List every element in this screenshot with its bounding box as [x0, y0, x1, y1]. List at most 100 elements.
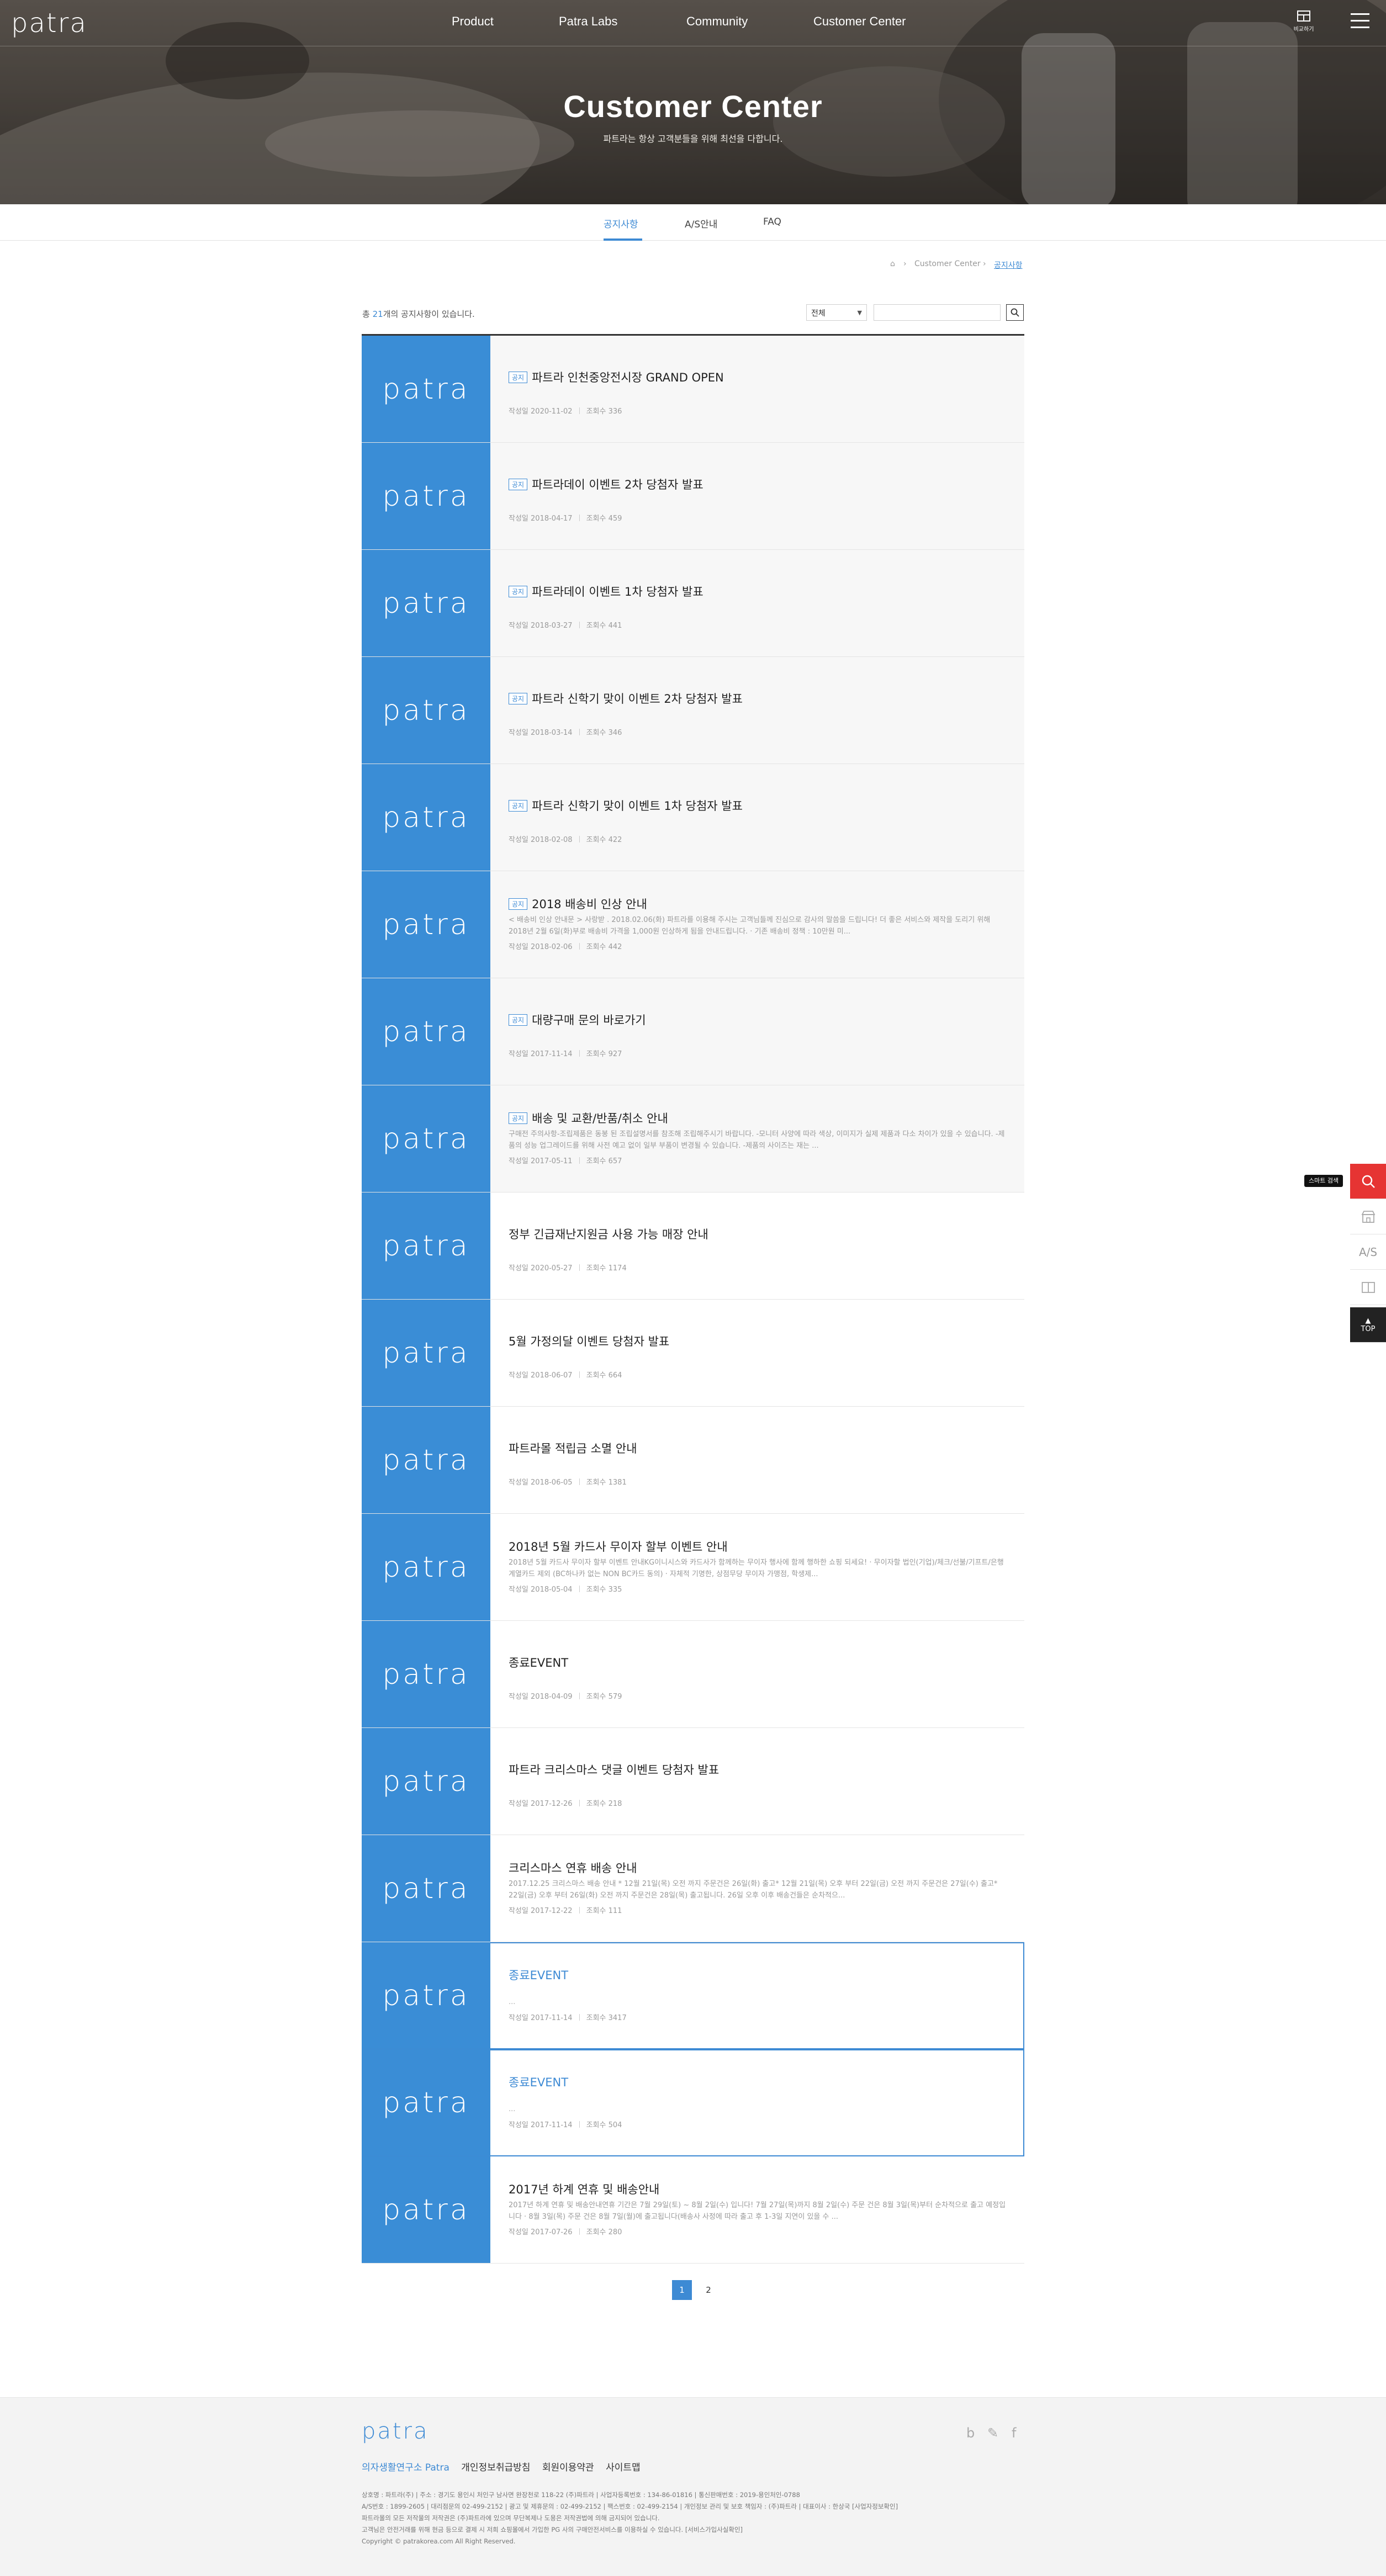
item-views: 504 [608, 2121, 622, 2129]
item-thumbnail[interactable]: patra [362, 1085, 490, 1192]
notice-badge: 공지 [509, 1112, 528, 1124]
list-item[interactable]: patra 공지 파트라데이 이벤트 1차 당첨자 발표 작성일 2018-03-27… [362, 550, 1024, 657]
page-1[interactable]: 1 [672, 2280, 692, 2300]
list-item[interactable]: patra 정부 긴급재난지원금 사용 가능 매장 안내 작성일 2020-05-2… [362, 1192, 1024, 1300]
item-title[interactable]: 공지 배송 및 교환/반품/취소 안내 [509, 1110, 668, 1126]
item-thumbnail[interactable]: patra [362, 1942, 490, 2049]
breadcrumb-notice[interactable]: 공지사항 [994, 259, 1023, 271]
quick-search-button[interactable] [1350, 1164, 1386, 1199]
item-title[interactable]: 2018년 5월 카드사 무이자 할부 이벤트 안내 [509, 1538, 728, 1555]
quick-store-button[interactable] [1350, 1199, 1386, 1234]
item-thumbnail[interactable]: patra [362, 764, 490, 871]
footer-link-terms[interactable]: 회원이용약관 [542, 2462, 594, 2473]
item-thumbnail[interactable]: patra [362, 1300, 490, 1406]
list-item[interactable]: patra 공지 파트라 신학기 맞이 이벤트 2차 당첨자 발표작성일 2018-… [362, 657, 1024, 764]
item-title[interactable]: 공지 파트라 신학기 맞이 이벤트 2차 당첨자 발표 [509, 690, 743, 707]
page-title: Customer Center [563, 89, 823, 124]
item-thumbnail[interactable]: patra [362, 1514, 490, 1620]
item-meta: 작성일 2017-11-14 조회수 504 [509, 2119, 622, 2129]
item-thumbnail[interactable]: patra [362, 336, 490, 442]
item-views: 1381 [608, 1478, 627, 1487]
item-title-text: 파트라 신학기 맞이 이벤트 2차 당첨자 발표 [532, 692, 743, 706]
list-item[interactable]: patra 공지 파트라 인천중앙전시장 GRAND OPEN 작성일 2020-11… [362, 336, 1024, 443]
item-date: 2018-04-09 [531, 1693, 573, 1701]
item-title[interactable]: 종료EVENT [509, 1654, 568, 1671]
breadcrumb-customer-center[interactable]: Customer Center [914, 259, 981, 268]
item-title[interactable]: 2017년 하계 연휴 및 배송안내 [509, 2181, 659, 2197]
blog-icon[interactable]: b [966, 2425, 975, 2441]
list-item[interactable]: patra 파트라몰 적립금 소멸 안내 작성일 2018-06-05 조회수 138… [362, 1407, 1024, 1514]
footer-link-sitemap[interactable]: 사이트맵 [606, 2462, 641, 2473]
item-title[interactable]: 공지 파트라 신학기 맞이 이벤트 1차 당첨자 발표 [509, 797, 743, 814]
quick-catalog-button[interactable] [1350, 1270, 1386, 1305]
item-title-text: 정부 긴급재난지원금 사용 가능 매장 안내 [509, 1228, 708, 1241]
list-item[interactable]: patra 종료EVENT... 작성일 2017-11-14 조회수 3417 [362, 1942, 1024, 2049]
quick-as-button[interactable]: A/S [1350, 1234, 1386, 1270]
list-item[interactable]: patra 종료EVENT 작성일 2018-04-09 조회수 579 [362, 1621, 1024, 1728]
item-title[interactable]: 공지 파트라데이 이벤트 1차 당첨자 발표 [509, 583, 703, 600]
item-thumbnail[interactable]: patra [362, 1835, 490, 1942]
date-label: 작성일 [509, 1907, 528, 1915]
tab-faq[interactable]: FAQ [763, 216, 781, 227]
compare-icon [1297, 10, 1310, 22]
item-meta: 작성일 2018-03-14 조회수 346 [509, 727, 622, 737]
page-2[interactable]: 2 [699, 2280, 718, 2300]
menu-hamburger-icon[interactable] [1351, 13, 1369, 29]
item-title[interactable]: 공지 대량구매 문의 바로가기 [509, 1011, 646, 1028]
item-title[interactable]: 크리스마스 연휴 배송 안내 [509, 1859, 637, 1876]
compare-button[interactable]: 비교하기 [1290, 10, 1318, 38]
item-title[interactable]: 공지 파트라 인천중앙전시장 GRAND OPEN [509, 369, 724, 385]
item-thumbnail[interactable]: patra [362, 657, 490, 764]
list-item[interactable]: patra 종료EVENT... 작성일 2017-11-14 조회수 504 [362, 2049, 1024, 2156]
list-item[interactable]: patra 공지 파트라데이 이벤트 2차 당첨자 발표 작성일 2018-04-17… [362, 443, 1024, 550]
item-title[interactable]: 파트라몰 적립금 소멸 안내 [509, 1440, 637, 1456]
nav-product[interactable]: Product [452, 14, 494, 29]
nav-community[interactable]: Community [686, 14, 748, 29]
item-thumbnail[interactable]: patra [362, 2156, 490, 2263]
item-thumbnail[interactable]: patra [362, 1728, 490, 1835]
item-thumbnail[interactable]: patra [362, 871, 490, 978]
item-thumbnail[interactable]: patra [362, 1407, 490, 1513]
list-item[interactable]: patra 공지 2018 배송비 인상 안내 < 배송비 인상 안내문 > 사랑받 … [362, 871, 1024, 978]
post-icon[interactable]: ✎ [987, 2425, 998, 2441]
list-item[interactable]: patra 2017년 하계 연휴 및 배송안내 2017년 하계 연휴 및 배송안… [362, 2156, 1024, 2264]
search-filter-select[interactable]: 전체 ▼ [806, 304, 867, 321]
list-item[interactable]: patra 2018년 5월 카드사 무이자 할부 이벤트 안내 2018년 5월 … [362, 1514, 1024, 1621]
item-thumbnail[interactable]: patra [362, 1192, 490, 1299]
search-button[interactable] [1006, 304, 1024, 321]
list-item[interactable]: patra 공지 파트라 신학기 맞이 이벤트 1차 당첨자 발표 작성일 2018-… [362, 764, 1024, 871]
item-title-text: 2017년 하계 연휴 및 배송안내 [509, 2183, 660, 2196]
footer-logo[interactable]: patra [362, 2419, 429, 2444]
item-summary: 2017년 하계 연휴 및 배송안내연휴 기간은 7월 29일(토) ~ 8월 … [509, 2201, 1006, 2221]
footer-link-privacy[interactable]: 개인정보취급방침 [461, 2462, 530, 2473]
item-title[interactable]: 공지 2018 배송비 인상 안내 [509, 895, 647, 912]
item-title[interactable]: 종료EVENT [509, 2074, 568, 2090]
nav-customer-center[interactable]: Customer Center [813, 14, 906, 29]
date-label: 작성일 [509, 407, 528, 416]
list-item[interactable]: patra 공지 배송 및 교환/반품/취소 안내 구매전 주의사항-조립제품은 동봉… [362, 1085, 1024, 1192]
list-item[interactable]: patra 크리스마스 연휴 배송 안내 2017.12.25 크리스마스 배송 안… [362, 1835, 1024, 1942]
item-title[interactable]: 파트라 크리스마스 댓글 이벤트 당첨자 발표 [509, 1761, 719, 1778]
search-input[interactable] [874, 304, 1001, 321]
item-thumbnail[interactable]: patra [362, 2049, 490, 2156]
item-meta: 작성일 2018-02-06 조회수 442 [509, 941, 622, 951]
list-item[interactable]: patra 파트라 크리스마스 댓글 이벤트 당첨자 발표 작성일 2017-12-… [362, 1728, 1024, 1835]
tab-notice[interactable]: 공지사항 [604, 216, 638, 230]
home-icon[interactable]: ⌂ [890, 259, 895, 268]
scroll-top-button[interactable]: ▲ TOP [1350, 1307, 1386, 1343]
item-thumbnail[interactable]: patra [362, 978, 490, 1085]
item-title[interactable]: 5월 가정의달 이벤트 당첨자 발표 [509, 1333, 669, 1349]
item-thumbnail[interactable]: patra [362, 550, 490, 656]
list-item[interactable]: patra 공지 대량구매 문의 바로가기 작성일 2017-11-14 조회수 927 [362, 978, 1024, 1085]
item-title[interactable]: 정부 긴급재난지원금 사용 가능 매장 안내 [509, 1226, 708, 1242]
item-title[interactable]: 종료EVENT [509, 1967, 568, 1983]
footer-link-company[interactable]: 의자생활연구소 Patra [362, 2462, 449, 2473]
item-thumbnail[interactable]: patra [362, 443, 490, 549]
facebook-icon[interactable]: f [1012, 2425, 1016, 2441]
nav-patra-labs[interactable]: Patra Labs [559, 14, 617, 29]
list-item[interactable]: patra 5월 가정의달 이벤트 당첨자 발표 작성일 2018-06-07 조회수… [362, 1300, 1024, 1407]
item-date: 2018-03-14 [531, 729, 573, 737]
tab-as-guide[interactable]: A/S안내 [685, 216, 717, 230]
item-title[interactable]: 공지 파트라데이 이벤트 2차 당첨자 발표 [509, 476, 703, 492]
item-thumbnail[interactable]: patra [362, 1621, 490, 1727]
